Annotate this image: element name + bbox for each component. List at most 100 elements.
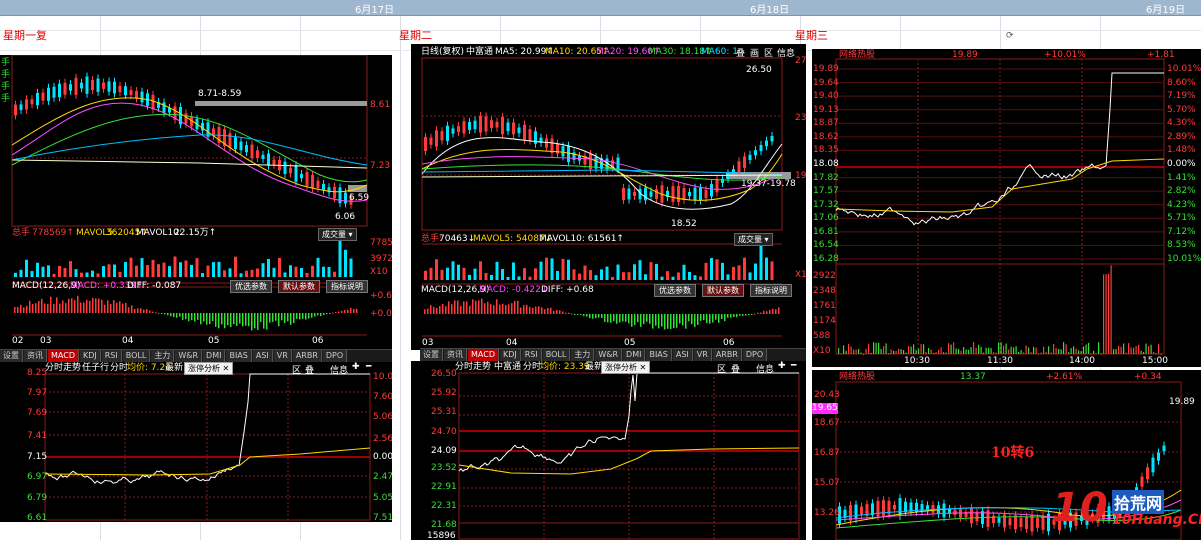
overlay-icon[interactable]: 叠 <box>305 363 314 376</box>
macd-bar <box>305 313 307 320</box>
candle <box>1014 515 1017 530</box>
range-icon[interactable]: 区 <box>292 363 301 376</box>
candle <box>41 92 45 101</box>
axis-label: 2922 <box>813 271 836 281</box>
tab-asi[interactable]: ASI <box>672 349 693 361</box>
tab-rsi[interactable]: RSI <box>521 349 542 361</box>
tab-dpo[interactable]: DPO <box>322 350 348 362</box>
minus-icon[interactable]: ━ <box>791 361 796 371</box>
volume-bar <box>250 269 254 277</box>
macd-bar <box>559 310 561 314</box>
info-icon[interactable]: 信息 <box>330 363 348 376</box>
tab-asi[interactable]: ASI <box>252 350 273 362</box>
volume-bar <box>938 349 940 354</box>
refresh-icon[interactable]: ⟳ <box>1006 31 1014 41</box>
macd-bar <box>35 303 37 313</box>
stack-icon[interactable]: 叠 <box>736 46 745 59</box>
optimize-params-button[interactable]: 优选参数 <box>654 284 696 297</box>
limit-up-analysis-tab[interactable]: 涨停分析 ✕ <box>184 362 234 375</box>
stock-name: 中富通 <box>494 362 522 372</box>
default-params-button[interactable]: 默认参数 <box>702 284 744 297</box>
tab-wr[interactable]: W&R <box>175 350 203 362</box>
volume-bar <box>1063 342 1065 354</box>
tab-main[interactable]: 主力 <box>151 350 175 362</box>
macd-bar <box>619 314 621 323</box>
candle <box>1025 516 1028 529</box>
tab-wr[interactable]: W&R <box>595 349 623 361</box>
tab-dmi[interactable]: DMI <box>623 349 646 361</box>
candle <box>726 173 730 180</box>
axis-label: 15896 <box>427 531 456 540</box>
indicator-select[interactable]: 成交量 ▾ <box>318 228 357 241</box>
tab-main[interactable]: 主力 <box>571 349 595 361</box>
range-icon[interactable]: 区 <box>764 46 773 59</box>
candle <box>682 188 686 200</box>
macd-bar <box>101 299 103 313</box>
tab-boll[interactable]: BOLL <box>542 349 571 361</box>
candle <box>748 154 752 161</box>
candle <box>14 104 17 116</box>
tab-info[interactable]: 资讯 <box>24 350 47 362</box>
info-icon[interactable]: 信息 <box>756 362 774 375</box>
tab-settings[interactable]: 设置 <box>0 350 23 362</box>
default-params-button[interactable]: 默认参数 <box>278 280 320 293</box>
indicator-select[interactable]: 成交量 ▾ <box>734 233 773 246</box>
volume-bar <box>748 272 752 280</box>
tab-kdj[interactable]: KDJ <box>499 349 521 361</box>
volume-bar <box>860 352 862 354</box>
tab-arbr[interactable]: ARBR <box>712 349 742 361</box>
macd-bar <box>77 295 79 313</box>
tab-arbr[interactable]: ARBR <box>292 350 322 362</box>
tab-boll[interactable]: BOLL <box>122 350 151 362</box>
tab-info[interactable]: 资讯 <box>444 349 467 361</box>
macd-bar <box>472 299 474 314</box>
indicator-help-button[interactable]: 指标说明 <box>750 284 792 297</box>
draw-icon[interactable]: 画 <box>750 46 759 59</box>
tab-kdj[interactable]: KDJ <box>79 350 101 362</box>
plus-icon[interactable]: ✚ <box>352 362 360 372</box>
volume-bar <box>440 269 444 280</box>
tab-bias[interactable]: BIAS <box>646 349 672 361</box>
volume-bar <box>457 264 460 280</box>
minus-icon[interactable]: ━ <box>366 362 371 372</box>
overlay-icon[interactable]: 叠 <box>731 362 740 375</box>
volume-bar <box>873 342 875 354</box>
limit-up-analysis-tab[interactable]: 涨停分析 ✕ <box>601 361 651 374</box>
volume-bar <box>446 267 449 280</box>
header-chg: +1.81 <box>1147 50 1175 60</box>
volume-bar <box>316 257 320 277</box>
tab-dpo[interactable]: DPO <box>742 349 768 361</box>
volume-bar <box>743 257 746 280</box>
volume-bar <box>333 271 336 277</box>
tab-dmi[interactable]: DMI <box>203 350 226 362</box>
macd-bar <box>326 313 328 314</box>
optimize-params-button[interactable]: 优选参数 <box>230 280 272 293</box>
tab-vr[interactable]: VR <box>693 349 712 361</box>
axis-label: 10.01% <box>1167 254 1201 264</box>
macd-bar <box>571 313 573 315</box>
info-icon[interactable]: 信息 <box>777 46 795 59</box>
macd-bar <box>772 308 774 314</box>
tab-macd[interactable]: MACD <box>468 349 499 361</box>
indicator-help-button[interactable]: 指标说明 <box>326 280 368 293</box>
volume-bar <box>245 270 248 277</box>
macd-bar <box>296 313 298 319</box>
tab-rsi[interactable]: RSI <box>101 350 122 362</box>
candle <box>490 120 493 129</box>
plus-icon[interactable]: ✚ <box>778 361 786 371</box>
volume-bar <box>484 272 488 280</box>
range-icon[interactable]: 区 <box>717 362 726 375</box>
tab-macd[interactable]: MACD <box>48 350 79 362</box>
candle <box>47 87 50 101</box>
tab-vr[interactable]: VR <box>273 350 292 362</box>
axis-label: 2348 <box>813 286 836 296</box>
volume-bar <box>1128 343 1130 354</box>
macd-bar <box>92 297 94 313</box>
volume-bar <box>945 352 947 354</box>
volume-bar <box>173 256 177 277</box>
price-axis-label: 23 <box>795 113 806 123</box>
tab-bias[interactable]: BIAS <box>226 350 252 362</box>
volume-bar <box>239 273 243 277</box>
tab-settings[interactable]: 设置 <box>420 349 443 361</box>
volume-bar <box>988 347 990 354</box>
